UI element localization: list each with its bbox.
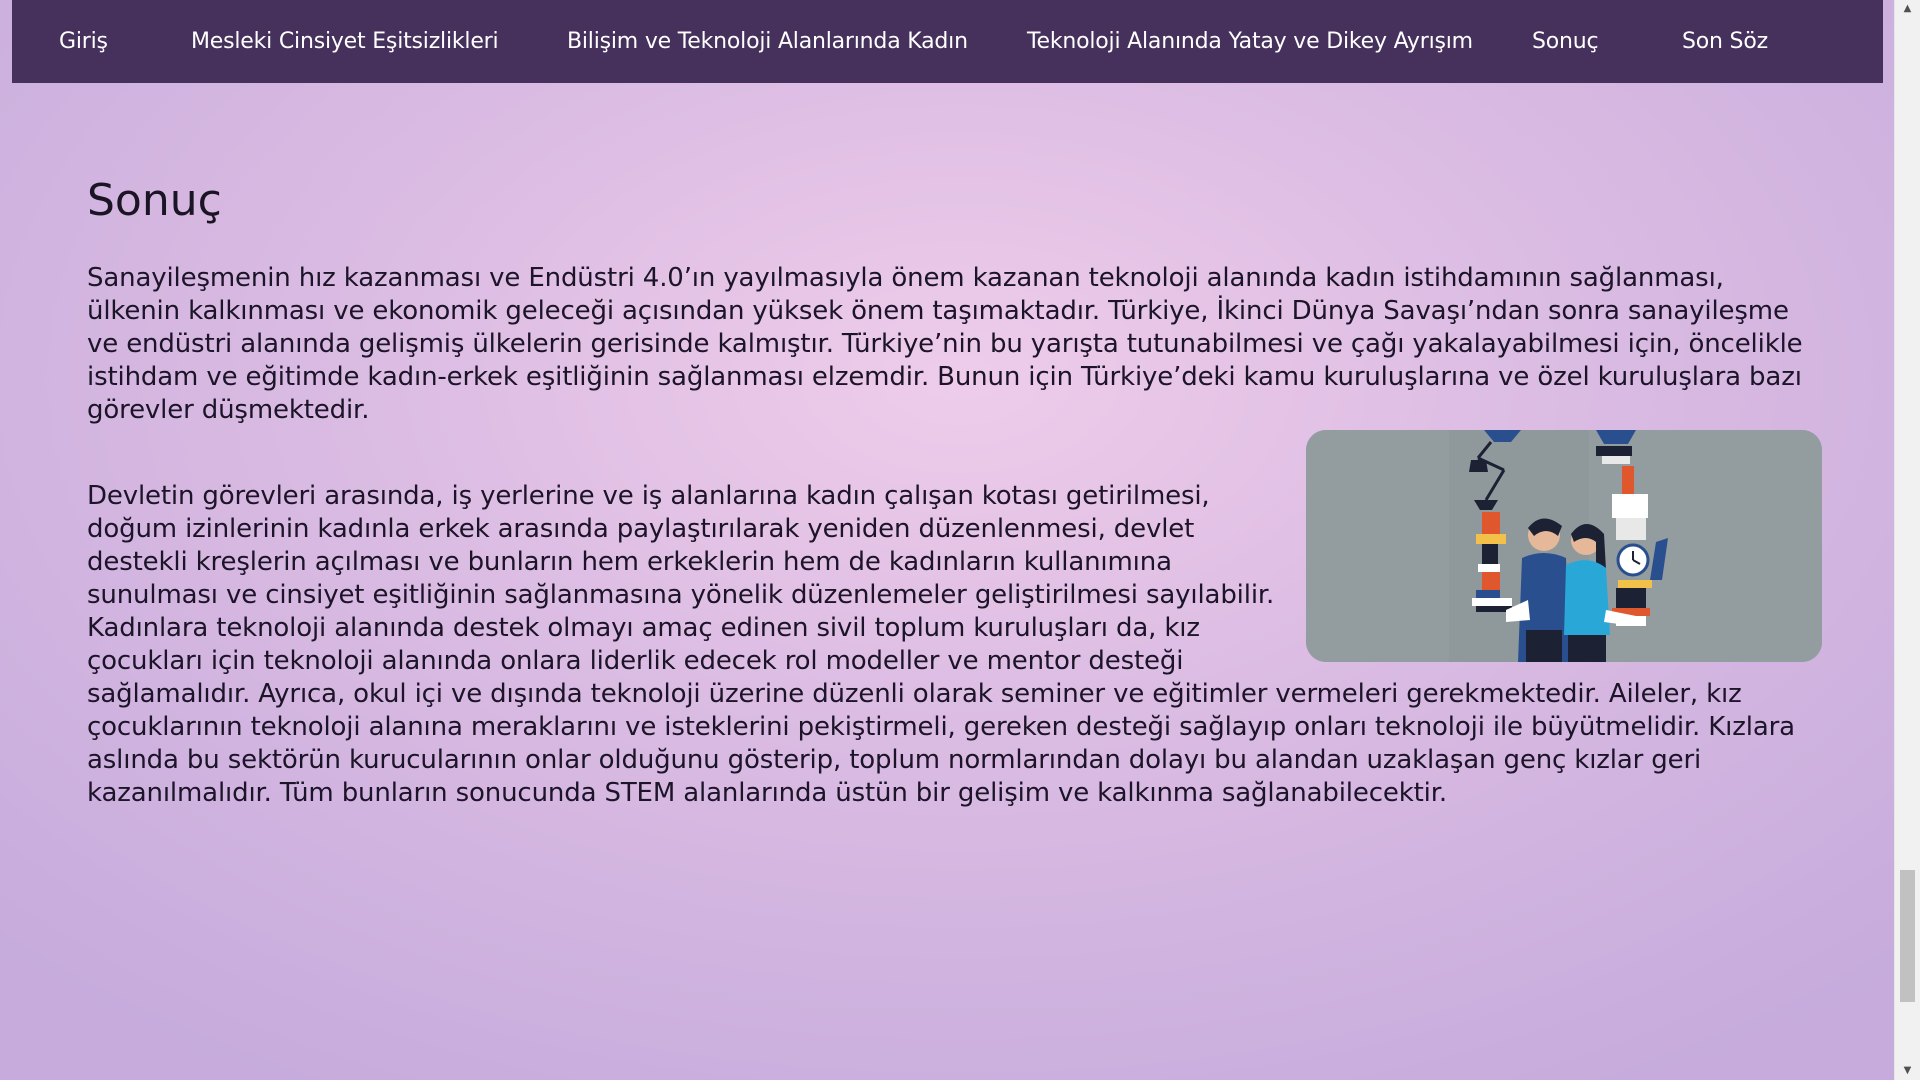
nav-item-bilisim-teknoloji[interactable]: Bilişim ve Teknoloji Alanlarında Kadın: [567, 0, 968, 83]
nav-item-giris[interactable]: Giriş: [59, 0, 108, 83]
nav-item-mesleki-cinsiyet[interactable]: Mesleki Cinsiyet Eşitsizlikleri: [191, 0, 499, 83]
page-viewport: Giriş Mesleki Cinsiyet Eşitsizlikleri Bi…: [0, 0, 1895, 1080]
top-navbar: Giriş Mesleki Cinsiyet Eşitsizlikleri Bi…: [12, 0, 1883, 83]
conclusion-section-2: Devletin görevleri arasında, iş yerlerin…: [87, 430, 1822, 810]
nav-item-yatay-dikey[interactable]: Teknoloji Alanında Yatay ve Dikey Ayrışı…: [1027, 0, 1473, 83]
vertical-scrollbar[interactable]: ▲ ▼: [1894, 0, 1920, 1080]
tech-balance-illustration: [1306, 430, 1822, 662]
triangle-up-icon[interactable]: ▲: [1895, 0, 1920, 18]
man-woman-balancing-tech-objects-icon: [1306, 430, 1822, 662]
page-title: Sonuç: [87, 175, 222, 226]
triangle-down-icon[interactable]: ▼: [1895, 1062, 1920, 1080]
conclusion-paragraph-1: Sanayileşmenin hız kazanması ve Endüstri…: [87, 263, 1803, 425]
nav-item-sonuc[interactable]: Sonuç: [1532, 0, 1599, 83]
nav-item-son-soz[interactable]: Son Söz: [1682, 0, 1768, 83]
scrollbar-thumb[interactable]: [1900, 870, 1915, 1002]
